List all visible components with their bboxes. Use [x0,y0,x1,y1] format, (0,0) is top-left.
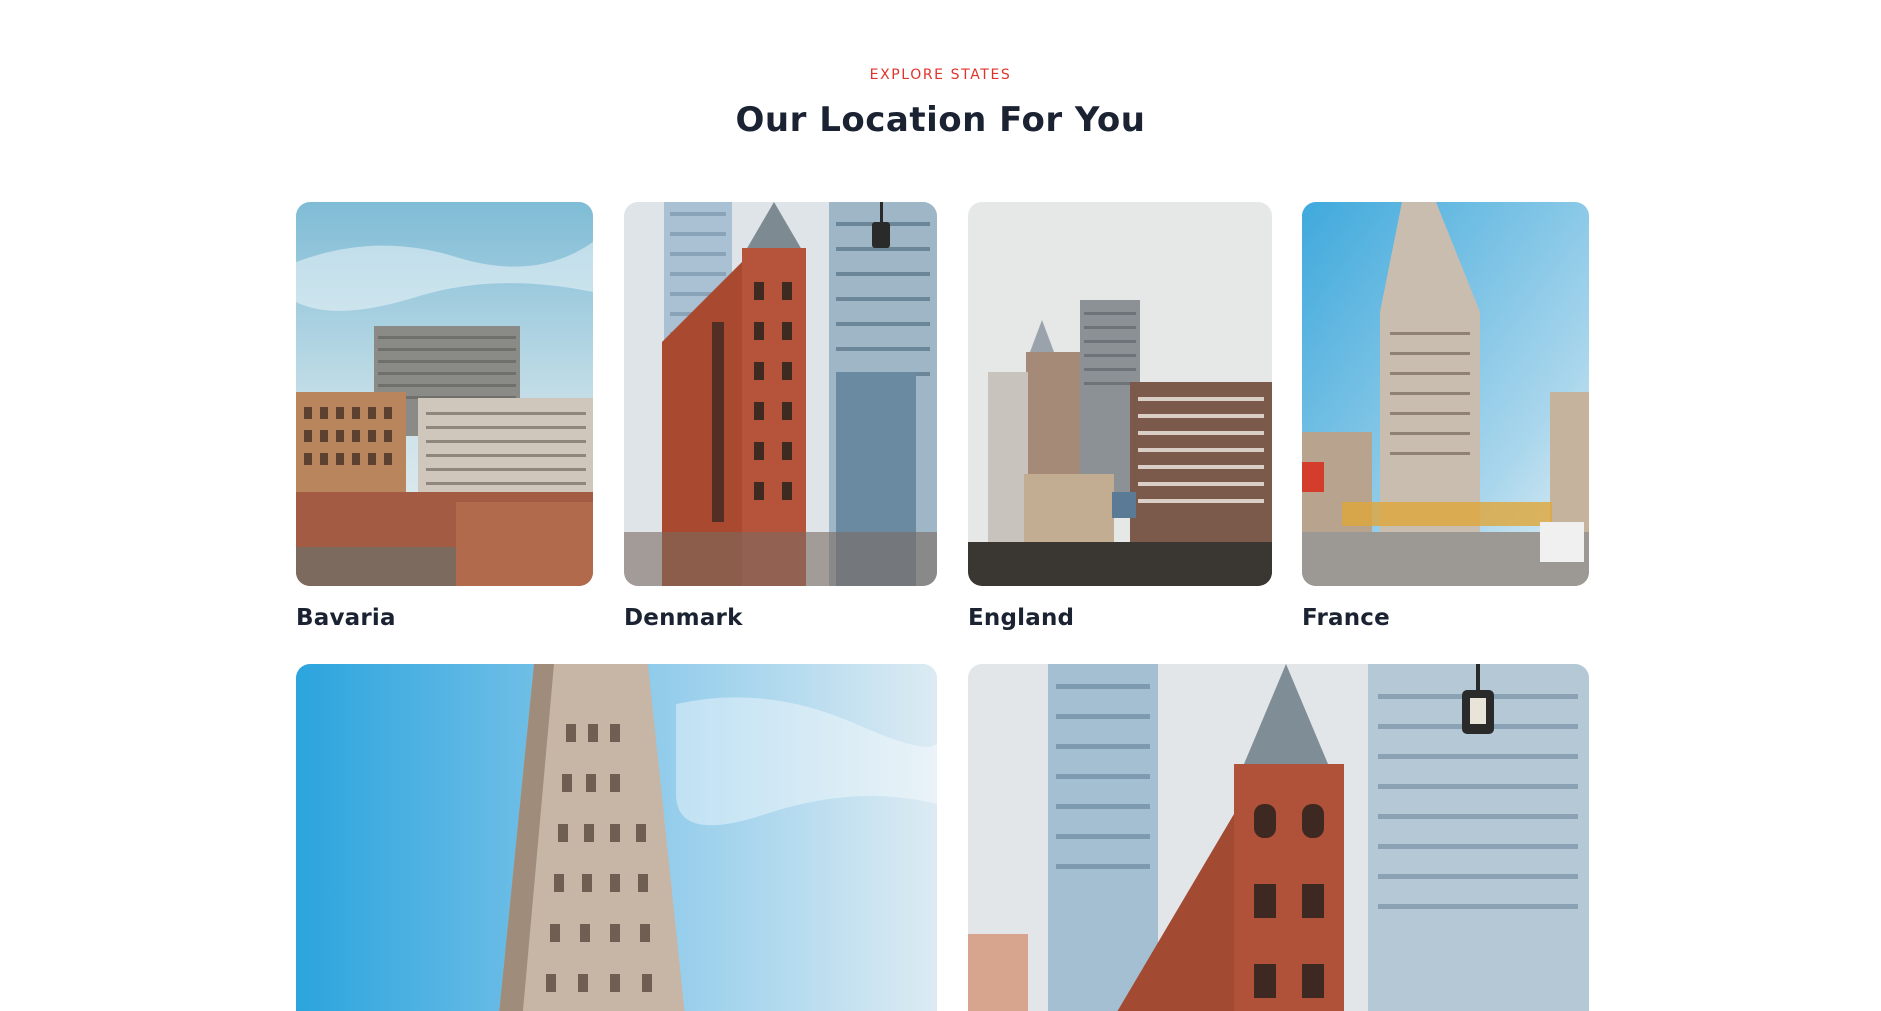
location-card-england[interactable] [968,202,1272,586]
location-card-denmark[interactable] [624,202,937,586]
section-title: Our Location For You [735,100,1146,140]
location-card-large-2[interactable] [968,664,1589,1011]
red-brick-tower-closeup-photo [968,664,1589,1011]
location-name-france[interactable]: France [1302,605,1390,631]
red-brick-tower-photo [624,202,937,586]
location-card-france[interactable] [1302,202,1589,586]
skyline-photo [968,202,1272,586]
location-name-england[interactable]: England [968,605,1074,631]
location-card-bavaria[interactable] [296,202,593,586]
location-card-large-1[interactable] [296,664,937,1011]
section-eyebrow: EXPLORE STATES [869,67,1012,83]
flatiron-building-photo [1302,202,1589,586]
page: EXPLORE STATES Our Location For You Bava… [0,0,1881,1011]
location-name-denmark[interactable]: Denmark [624,605,743,631]
location-name-bavaria[interactable]: Bavaria [296,605,396,631]
flatiron-closeup-photo [296,664,937,1011]
city-buildings-photo [296,202,593,586]
